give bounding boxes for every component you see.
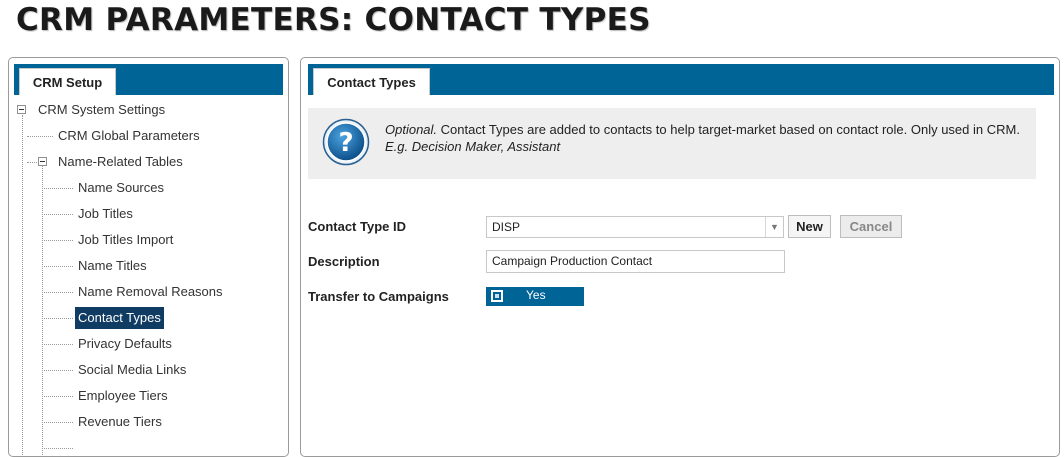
tree-line-child bbox=[42, 266, 73, 267]
transfer-to-campaigns-label: Transfer to Campaigns bbox=[308, 289, 449, 304]
tree-item-name-related-tables[interactable]: Name-Related Tables bbox=[55, 153, 186, 171]
cancel-button[interactable]: Cancel bbox=[840, 215, 902, 238]
contact-type-id-value: DISP bbox=[492, 220, 521, 234]
tree-item-name-titles[interactable]: Name Titles bbox=[75, 257, 150, 275]
crm-setup-panel: CRM Setup CRM System Settings CRM Global… bbox=[8, 57, 289, 457]
tree-line-root bbox=[22, 115, 23, 456]
tree-line-child bbox=[42, 344, 73, 345]
tree-line-global bbox=[27, 136, 53, 137]
info-description: Contact Types are added to contacts to h… bbox=[437, 122, 1020, 137]
tree-item-crm-global-parameters[interactable]: CRM Global Parameters bbox=[55, 127, 203, 145]
tree-item-name-sources[interactable]: Name Sources bbox=[75, 179, 167, 197]
svg-text:?: ? bbox=[338, 128, 353, 158]
tree-item-privacy-defaults[interactable]: Privacy Defaults bbox=[75, 335, 175, 353]
settings-tree: CRM System Settings CRM Global Parameter… bbox=[9, 58, 288, 456]
tree-line-child bbox=[42, 318, 73, 319]
checkbox-icon bbox=[491, 290, 503, 302]
tree-item-job-titles[interactable]: Job Titles bbox=[75, 205, 136, 223]
info-text: Optional. Contact Types are added to con… bbox=[385, 121, 1020, 155]
transfer-to-campaigns-toggle[interactable]: Yes bbox=[486, 287, 584, 306]
chevron-down-icon[interactable]: ▼ bbox=[765, 217, 783, 237]
info-example: E.g. Decision Maker, Assistant bbox=[385, 139, 561, 154]
contact-types-panel: Contact Types ? Optional. Contact Types … bbox=[300, 57, 1060, 457]
description-field[interactable]: Campaign Production Contact bbox=[486, 250, 785, 273]
tree-line-name-related bbox=[27, 162, 37, 163]
contact-types-tabbar: Contact Types bbox=[308, 64, 1054, 95]
tab-contact-types[interactable]: Contact Types bbox=[313, 68, 430, 95]
tree-line-child bbox=[42, 214, 73, 215]
tree-item-name-removal-reasons[interactable]: Name Removal Reasons bbox=[75, 283, 226, 301]
page-title: CRM PARAMETERS: CONTACT TYPES bbox=[16, 2, 651, 38]
info-box: ? Optional. Contact Types are added to c… bbox=[308, 108, 1036, 179]
description-label: Description bbox=[308, 254, 380, 269]
info-optional: Optional. bbox=[385, 122, 438, 137]
tree-item-crm-system-settings[interactable]: CRM System Settings bbox=[35, 101, 168, 119]
tree-item-revenue-tiers[interactable]: Revenue Tiers bbox=[75, 413, 165, 431]
collapse-icon[interactable] bbox=[17, 105, 26, 114]
question-help-icon: ? bbox=[322, 118, 370, 166]
collapse-icon[interactable] bbox=[38, 157, 47, 166]
tree-item-social-media-links[interactable]: Social Media Links bbox=[75, 361, 189, 379]
tree-line-child bbox=[42, 448, 73, 449]
contact-type-id-combobox[interactable]: DISP ▼ bbox=[486, 216, 784, 238]
tree-item-job-titles-import[interactable]: Job Titles Import bbox=[75, 231, 176, 249]
new-button[interactable]: New bbox=[788, 215, 831, 238]
tree-item-contact-types[interactable]: Contact Types bbox=[75, 307, 164, 329]
tree-item-employee-tiers[interactable]: Employee Tiers bbox=[75, 387, 171, 405]
tree-line-child bbox=[42, 396, 73, 397]
tree-line-child bbox=[42, 240, 73, 241]
tree-line-name-related-children bbox=[42, 166, 43, 456]
transfer-to-campaigns-value: Yes bbox=[526, 288, 546, 302]
tree-line-child bbox=[42, 188, 73, 189]
tree-line-child bbox=[42, 292, 73, 293]
tree-line-child bbox=[42, 370, 73, 371]
tree-line-child bbox=[42, 422, 73, 423]
contact-type-id-label: Contact Type ID bbox=[308, 219, 406, 234]
